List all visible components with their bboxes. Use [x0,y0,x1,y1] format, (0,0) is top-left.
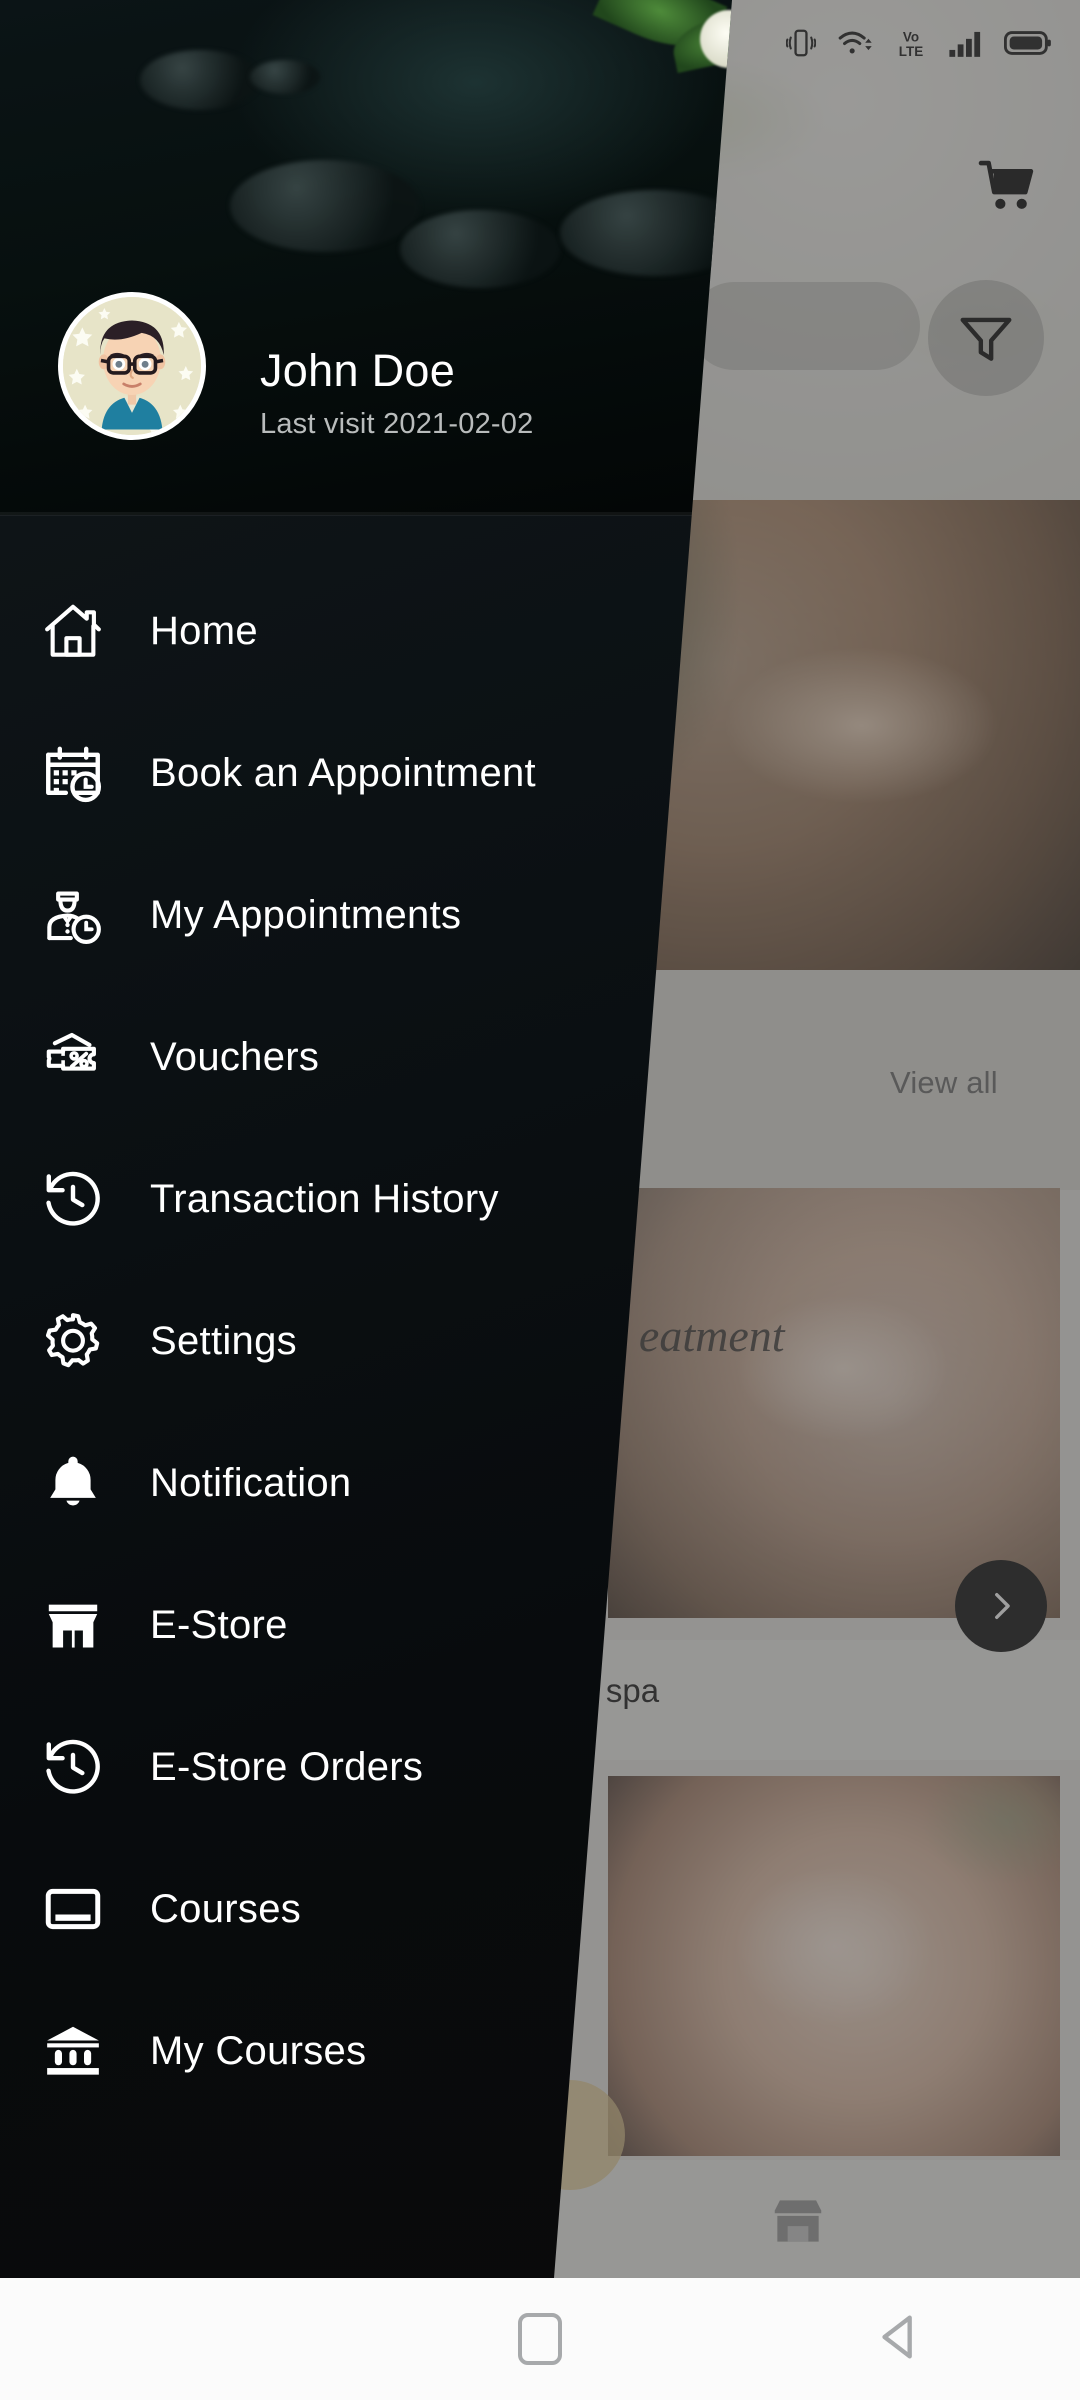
profile-name: John Doe [260,345,456,396]
sidebar-item-label: Notification [150,1460,352,1505]
sidebar-item-label: E-Store Orders [150,1744,424,1789]
sidebar-item-label: E-Store [150,1602,288,1647]
whiteboard-icon [34,1870,112,1948]
sidebar-item-label: My Appointments [150,892,462,937]
phone-screen: View all r a eatment air spa [0,0,1080,2400]
person-clock-icon [34,876,112,954]
drawer-profile[interactable]: John Doe Last visit 2021-02-02 [0,0,732,515]
sidebar-item-label: Transaction History [150,1176,499,1221]
institution-icon [34,2012,112,2090]
voucher-percent-icon [34,1018,112,1096]
sidebar-item-label: Home [150,608,258,653]
profile-last-visit: Last visit 2021-02-02 [260,408,534,440]
home-icon [34,592,112,670]
android-navigation-bar [0,2278,1080,2400]
sidebar-item-label: Courses [150,1886,302,1931]
back-triangle-icon [871,2308,929,2371]
calendar-clock-icon [34,734,112,812]
avatar[interactable] [58,292,206,440]
sidebar-item-home[interactable]: Home [0,560,732,702]
sidebar-item-label: My Courses [150,2028,367,2073]
avatar-image [63,297,201,435]
sidebar-item-label: Vouchers [150,1034,320,1079]
back-button[interactable] [810,2278,990,2400]
sidebar-item-book-an-appointment[interactable]: Book an Appointment [0,702,732,844]
storefront-icon [34,1586,112,1664]
sidebar-item-label: Book an Appointment [150,750,536,795]
home-square-icon [518,2313,562,2365]
bell-icon [34,1444,112,1522]
clock-history-icon [34,1160,112,1238]
home-button[interactable] [450,2278,630,2400]
gear-icon [34,1302,112,1380]
clock-history-icon [34,1728,112,1806]
sidebar-item-my-appointments[interactable]: My Appointments [0,844,732,986]
recents-button[interactable] [90,2278,270,2400]
sidebar-item-label: Settings [150,1318,297,1363]
